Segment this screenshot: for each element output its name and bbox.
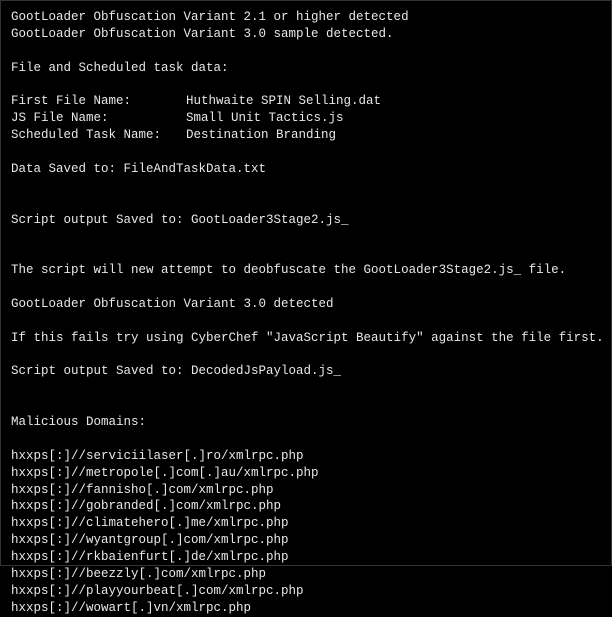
js-file-row: JS File Name: Small Unit Tactics.js: [11, 110, 601, 127]
blank-line: [11, 77, 601, 94]
first-file-value: Huthwaite SPIN Selling.dat: [186, 93, 381, 110]
blank-line: [11, 228, 601, 245]
detection-line-1: GootLoader Obfuscation Variant 2.1 or hi…: [11, 9, 601, 26]
malicious-domain-entry: hxxps[:]//wowart[.]vn/xmlrpc.php: [11, 600, 601, 617]
blank-line: [11, 313, 601, 330]
task-label: Scheduled Task Name:: [11, 127, 186, 144]
script-output-2: Script output Saved to: DecodedJsPayload…: [11, 363, 601, 380]
task-value: Destination Branding: [186, 127, 336, 144]
malicious-domains-list: hxxps[:]//serviciilaser[.]ro/xmlrpc.phph…: [11, 448, 601, 617]
malicious-domain-entry: hxxps[:]//wyantgroup[.]com/xmlrpc.php: [11, 532, 601, 549]
blank-line: [11, 245, 601, 262]
domains-header: Malicious Domains:: [11, 414, 601, 431]
malicious-domain-entry: hxxps[:]//serviciilaser[.]ro/xmlrpc.php: [11, 448, 601, 465]
blank-line: [11, 178, 601, 195]
fail-hint: If this fails try using CyberChef "JavaS…: [11, 330, 601, 347]
blank-line: [11, 43, 601, 60]
blank-line: [11, 347, 601, 364]
script-output-1: Script output Saved to: GootLoader3Stage…: [11, 212, 601, 229]
malicious-domain-entry: hxxps[:]//metropole[.]com[.]au/xmlrpc.ph…: [11, 465, 601, 482]
malicious-domain-entry: hxxps[:]//playyourbeat[.]com/xmlrpc.php: [11, 583, 601, 600]
deobfuscate-msg: The script will new attempt to deobfusca…: [11, 262, 601, 279]
malicious-domain-entry: hxxps[:]//gobranded[.]com/xmlrpc.php: [11, 498, 601, 515]
first-file-label: First File Name:: [11, 93, 186, 110]
blank-line: [11, 380, 601, 397]
malicious-domain-entry: hxxps[:]//climatehero[.]me/xmlrpc.php: [11, 515, 601, 532]
blank-line: [11, 431, 601, 448]
blank-line: [11, 144, 601, 161]
malicious-domain-entry: hxxps[:]//rkbaienfurt[.]de/xmlrpc.php: [11, 549, 601, 566]
blank-line: [11, 397, 601, 414]
terminal-output: { "header": { "line1": "GootLoader Obfus…: [0, 0, 612, 566]
detection-line-2: GootLoader Obfuscation Variant 3.0 sampl…: [11, 26, 601, 43]
js-file-value: Small Unit Tactics.js: [186, 110, 344, 127]
blank-line: [11, 195, 601, 212]
variant3-detected: GootLoader Obfuscation Variant 3.0 detec…: [11, 296, 601, 313]
filetask-header: File and Scheduled task data:: [11, 60, 601, 77]
data-saved-line: Data Saved to: FileAndTaskData.txt: [11, 161, 601, 178]
malicious-domain-entry: hxxps[:]//fannisho[.]com/xmlrpc.php: [11, 482, 601, 499]
blank-line: [11, 279, 601, 296]
first-file-row: First File Name: Huthwaite SPIN Selling.…: [11, 93, 601, 110]
task-row: Scheduled Task Name: Destination Brandin…: [11, 127, 601, 144]
malicious-domain-entry: hxxps[:]//beezzly[.]com/xmlrpc.php: [11, 566, 601, 583]
js-file-label: JS File Name:: [11, 110, 186, 127]
